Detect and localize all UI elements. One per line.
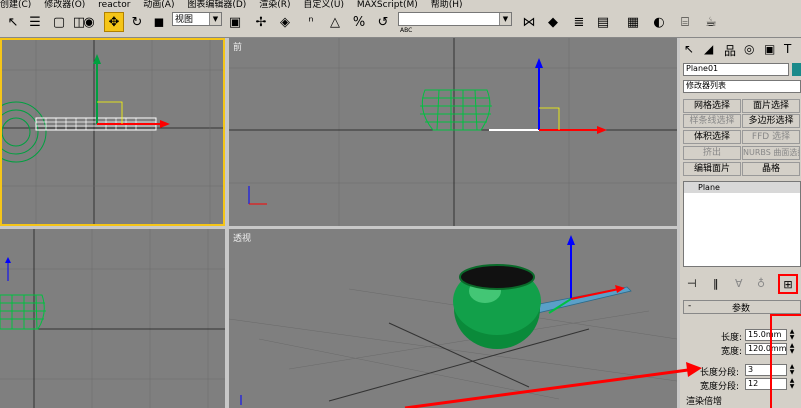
annotation-arrow — [404, 368, 689, 408]
annotation-arrowhead-icon — [686, 362, 702, 377]
annotation-overlay — [404, 362, 702, 408]
